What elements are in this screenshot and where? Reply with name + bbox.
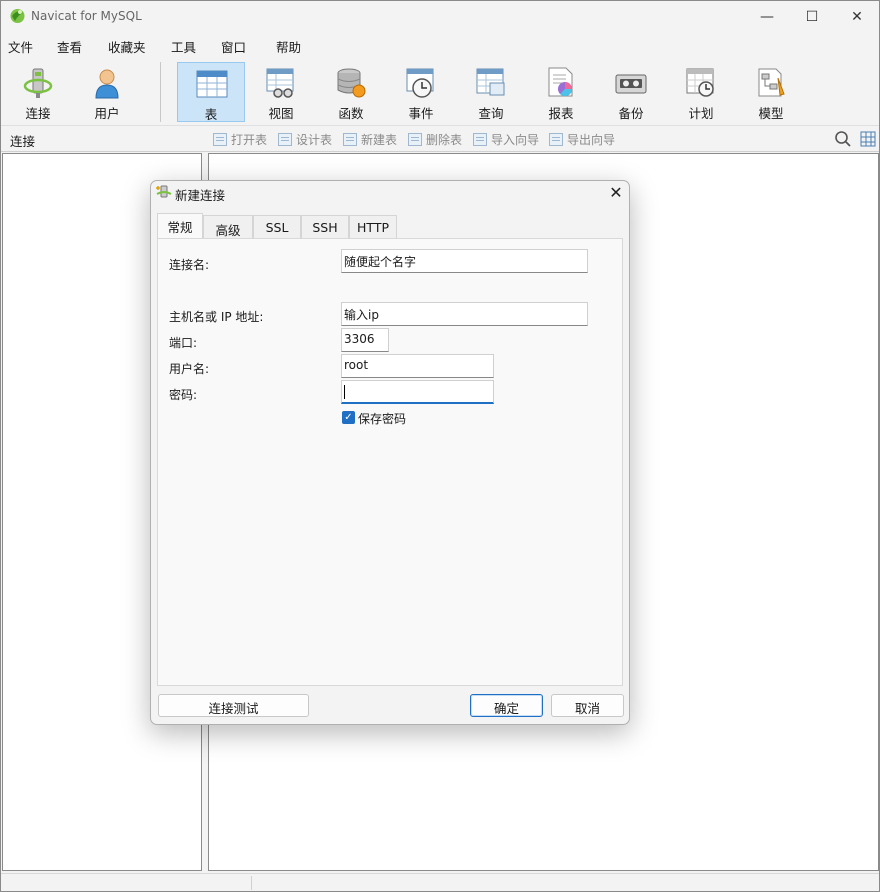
toolbar-label: 连接 bbox=[25, 106, 51, 121]
toolbar-table-button[interactable]: 表 bbox=[177, 62, 245, 122]
host-input[interactable]: 输入ip bbox=[341, 302, 588, 326]
import-wizard-label: 导入向导 bbox=[491, 133, 540, 147]
toolbar-view-button[interactable]: 视图 bbox=[247, 62, 315, 122]
open-table-icon bbox=[213, 133, 227, 146]
function-icon bbox=[337, 68, 366, 98]
import-wizard-icon bbox=[473, 133, 487, 146]
tab-http[interactable]: HTTP bbox=[349, 215, 397, 239]
dialog-title: 新建连接 bbox=[175, 188, 226, 203]
username-label: 用户名: bbox=[169, 362, 210, 376]
maximize-button[interactable]: ☐ bbox=[789, 1, 835, 32]
new-table-button[interactable]: 新建表 bbox=[343, 131, 397, 148]
toolbar-label: 函数 bbox=[338, 106, 364, 121]
export-wizard-button[interactable]: 导出向导 bbox=[549, 131, 615, 148]
toolbar-label: 报表 bbox=[548, 106, 574, 121]
password-input[interactable] bbox=[341, 380, 494, 404]
toolbar-label: 计划 bbox=[688, 106, 714, 121]
user-icon bbox=[95, 69, 119, 99]
toolbar-label: 事件 bbox=[408, 106, 434, 121]
open-table-label: 打开表 bbox=[231, 133, 268, 147]
connection-icon bbox=[23, 68, 53, 98]
new-connection-dialog: 新建连接 ✕ 常规 高级 SSL SSH HTTP 连接名: 随便起个名字 主机… bbox=[150, 180, 630, 725]
export-wizard-label: 导出向导 bbox=[567, 133, 616, 147]
toolbar-label: 备份 bbox=[618, 106, 644, 121]
toolbar-label: 视图 bbox=[268, 106, 294, 121]
export-wizard-icon bbox=[549, 133, 563, 146]
toolbar-backup-button[interactable]: 备份 bbox=[597, 62, 665, 122]
menu-view[interactable]: 查看 bbox=[57, 37, 82, 56]
model-icon bbox=[758, 68, 785, 97]
close-button[interactable]: ✕ bbox=[834, 1, 880, 32]
text-caret bbox=[344, 384, 345, 399]
toolbar-user-button[interactable]: 用户 bbox=[73, 62, 141, 122]
toolbar-separator bbox=[160, 62, 161, 122]
toolbar-query-button[interactable]: 查询 bbox=[457, 62, 525, 122]
schedule-icon bbox=[686, 68, 714, 97]
menu-favorites[interactable]: 收藏夹 bbox=[108, 37, 146, 56]
cancel-button[interactable]: 取消 bbox=[551, 694, 624, 717]
minimize-button[interactable]: — bbox=[744, 1, 790, 32]
password-label: 密码: bbox=[169, 388, 198, 402]
design-table-icon bbox=[278, 133, 292, 146]
test-connection-button[interactable]: 连接测试 bbox=[158, 694, 309, 717]
table-icon bbox=[196, 70, 228, 98]
search-icon[interactable] bbox=[834, 130, 852, 148]
toolbar-schedule-button[interactable]: 计划 bbox=[667, 62, 735, 122]
design-table-button[interactable]: 设计表 bbox=[278, 131, 332, 148]
main-toolbar: 连接 用户 表 视图 函数 事件 查询 报表 备份 计划 模型 bbox=[1, 58, 879, 126]
tab-advanced[interactable]: 高级 bbox=[203, 215, 253, 239]
design-table-label: 设计表 bbox=[296, 133, 333, 147]
connection-name-input[interactable]: 随便起个名字 bbox=[341, 249, 588, 273]
new-table-icon bbox=[343, 133, 357, 146]
toolbar-model-button[interactable]: 模型 bbox=[737, 62, 805, 122]
delete-table-label: 删除表 bbox=[426, 133, 463, 147]
tab-general[interactable]: 常规 bbox=[157, 213, 203, 239]
new-table-label: 新建表 bbox=[361, 133, 398, 147]
toolbar-event-button[interactable]: 事件 bbox=[387, 62, 455, 122]
port-input[interactable]: 3306 bbox=[341, 328, 389, 352]
toolbar-label: 查询 bbox=[478, 106, 504, 121]
menu-help[interactable]: 帮助 bbox=[276, 37, 301, 56]
menu-tools[interactable]: 工具 bbox=[171, 37, 196, 56]
view-icon bbox=[266, 68, 294, 98]
query-icon bbox=[476, 68, 505, 96]
dialog-close-button[interactable]: ✕ bbox=[605, 183, 627, 203]
report-icon bbox=[548, 67, 573, 97]
navicat-app-icon bbox=[10, 9, 25, 23]
open-table-button[interactable]: 打开表 bbox=[213, 131, 267, 148]
delete-table-icon bbox=[408, 133, 422, 146]
toolbar-connection-button[interactable]: 连接 bbox=[4, 62, 72, 122]
toolbar-label: 用户 bbox=[94, 106, 120, 121]
menu-bar: 文件 查看 收藏夹 工具 窗口 帮助 bbox=[1, 32, 879, 58]
toolbar-label: 表 bbox=[204, 107, 218, 122]
toolbar-report-button[interactable]: 报表 bbox=[527, 62, 595, 122]
import-wizard-button[interactable]: 导入向导 bbox=[473, 131, 539, 148]
tab-ssl[interactable]: SSL bbox=[253, 215, 301, 239]
menu-window[interactable]: 窗口 bbox=[221, 37, 246, 56]
new-connection-icon bbox=[156, 185, 172, 198]
toolbar-function-button[interactable]: 函数 bbox=[317, 62, 385, 122]
save-password-label[interactable]: 保存密码 bbox=[358, 410, 406, 427]
object-toolbar: 连接 打开表 设计表 新建表 删除表 导入向导 导出向导 bbox=[1, 126, 879, 152]
port-label: 端口: bbox=[169, 336, 198, 350]
general-tab-panel: 连接名: 随便起个名字 主机名或 IP 地址: 输入ip 端口: 3306 用户… bbox=[157, 238, 623, 686]
grid-view-icon[interactable] bbox=[859, 130, 877, 148]
connection-pane-title: 连接 bbox=[10, 134, 36, 149]
status-separator bbox=[251, 876, 252, 890]
username-input[interactable]: root bbox=[341, 354, 494, 378]
host-label: 主机名或 IP 地址: bbox=[169, 310, 264, 324]
status-bar bbox=[1, 873, 879, 891]
connection-name-label: 连接名: bbox=[169, 258, 210, 272]
tab-ssh[interactable]: SSH bbox=[301, 215, 349, 239]
window-title: Navicat for MySQL bbox=[31, 9, 142, 23]
backup-icon bbox=[615, 74, 647, 94]
title-bar: Navicat for MySQL — ☐ ✕ bbox=[1, 1, 879, 32]
toolbar-label: 模型 bbox=[758, 106, 784, 121]
delete-table-button[interactable]: 删除表 bbox=[408, 131, 462, 148]
event-icon bbox=[406, 68, 434, 98]
ok-button[interactable]: 确定 bbox=[470, 694, 543, 717]
menu-file[interactable]: 文件 bbox=[8, 37, 33, 56]
save-password-checkbox[interactable]: ✓ bbox=[342, 411, 355, 424]
